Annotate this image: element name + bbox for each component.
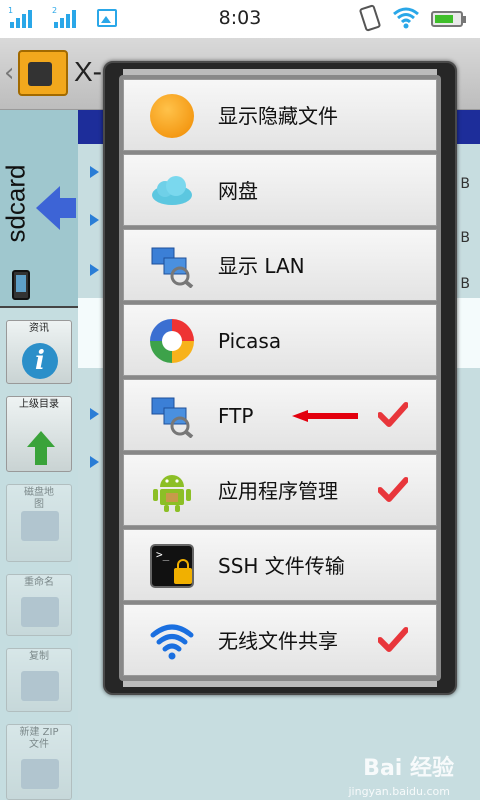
terminal-lock-icon bbox=[150, 544, 194, 588]
info-button[interactable]: 资讯 i bbox=[6, 320, 72, 384]
cloud-icon bbox=[152, 176, 192, 205]
checkmark-icon bbox=[378, 477, 408, 502]
menu-item-label: FTP bbox=[218, 404, 254, 428]
menu-item-label: SSH 文件传输 bbox=[218, 554, 345, 578]
watermark-url: jingyan.baidu.com bbox=[348, 785, 450, 798]
app-title: X- bbox=[74, 56, 102, 87]
menu-item-label: 显示隐藏文件 bbox=[218, 104, 338, 128]
rename-label: 重命名 bbox=[24, 577, 54, 588]
phone-icon bbox=[12, 270, 30, 300]
menu-item-ftp[interactable]: FTP bbox=[123, 379, 437, 451]
pointer-arrow-icon bbox=[292, 410, 358, 422]
android-icon bbox=[153, 475, 191, 512]
storage-panel[interactable]: sdcard bbox=[0, 110, 78, 308]
orange-circle-icon bbox=[150, 94, 194, 138]
menu-top-edge bbox=[123, 69, 437, 75]
menu-item-cloud-drive[interactable]: 网盘 bbox=[123, 154, 437, 226]
menu-item-label: 应用程序管理 bbox=[218, 479, 338, 503]
menu-item-app-manager[interactable]: 应用程序管理 bbox=[123, 454, 437, 526]
rename-icon bbox=[21, 597, 59, 627]
info-icon: i bbox=[22, 343, 58, 379]
left-toolbar: sdcard 资讯 i 上级目录 磁盘地图 重命名 复制 新建 ZIP 文件 bbox=[0, 110, 78, 800]
new-zip-label: 新建 ZIP 文件 bbox=[19, 727, 59, 750]
status-bar: 1 2 8:03 bbox=[0, 0, 480, 38]
disk-map-icon bbox=[21, 511, 59, 541]
file-size-suffix: B bbox=[460, 230, 470, 246]
copy-icon bbox=[21, 671, 59, 701]
back-chevron-icon[interactable]: ‹ bbox=[4, 58, 14, 88]
file-size-suffix: B bbox=[460, 276, 470, 292]
parent-dir-label: 上级目录 bbox=[19, 399, 59, 410]
lan-icon bbox=[151, 247, 194, 288]
parent-dir-button[interactable]: 上级目录 bbox=[6, 396, 72, 472]
copy-button[interactable]: 复制 bbox=[6, 648, 72, 712]
expand-arrow-icon[interactable] bbox=[90, 166, 99, 178]
app-logo-icon[interactable] bbox=[18, 50, 68, 96]
menu-item-ssh-transfer[interactable]: SSH 文件传输 bbox=[123, 529, 437, 601]
watermark: Bai 经验 bbox=[363, 756, 454, 781]
wifi-status-icon bbox=[393, 7, 419, 29]
storage-label: sdcard bbox=[0, 164, 31, 243]
lock-icon bbox=[174, 559, 192, 584]
new-zip-button[interactable]: 新建 ZIP 文件 bbox=[6, 724, 72, 800]
menu-bottom-edge bbox=[123, 681, 437, 687]
menu-item-show-hidden-files[interactable]: 显示隐藏文件 bbox=[123, 79, 437, 151]
checkmark-icon bbox=[378, 627, 408, 652]
expand-arrow-icon[interactable] bbox=[90, 214, 99, 226]
expand-arrow-icon[interactable] bbox=[90, 408, 99, 420]
menu-item-label: 无线文件共享 bbox=[218, 629, 338, 653]
menu-item-wireless-share[interactable]: 无线文件共享 bbox=[123, 604, 437, 676]
options-menu: 显示隐藏文件 网盘 显示 LAN Picasa FTP 应用程序管理 >_ SS… bbox=[103, 61, 457, 695]
disk-map-label: 磁盘地图 bbox=[24, 487, 54, 510]
battery-icon bbox=[431, 11, 466, 27]
menu-item-label: 网盘 bbox=[218, 179, 258, 203]
up-arrow-icon bbox=[27, 431, 55, 465]
menu-item-label: Picasa bbox=[218, 329, 282, 353]
checkmark-icon bbox=[378, 402, 408, 427]
wifi-icon bbox=[150, 624, 194, 660]
info-button-label: 资讯 bbox=[29, 323, 49, 334]
picasa-icon bbox=[150, 319, 194, 363]
menu-item-picasa[interactable]: Picasa bbox=[123, 304, 437, 376]
ftp-icon bbox=[151, 397, 194, 438]
zip-icon bbox=[21, 759, 59, 789]
menu-item-show-lan[interactable]: 显示 LAN bbox=[123, 229, 437, 301]
left-arrow-icon bbox=[36, 186, 76, 230]
disk-map-button[interactable]: 磁盘地图 bbox=[6, 484, 72, 562]
expand-arrow-icon[interactable] bbox=[90, 264, 99, 276]
expand-arrow-icon[interactable] bbox=[90, 456, 99, 468]
menu-item-label: 显示 LAN bbox=[218, 254, 305, 278]
copy-label: 复制 bbox=[29, 651, 49, 662]
file-size-suffix: B bbox=[460, 176, 470, 192]
rename-button[interactable]: 重命名 bbox=[6, 574, 72, 636]
